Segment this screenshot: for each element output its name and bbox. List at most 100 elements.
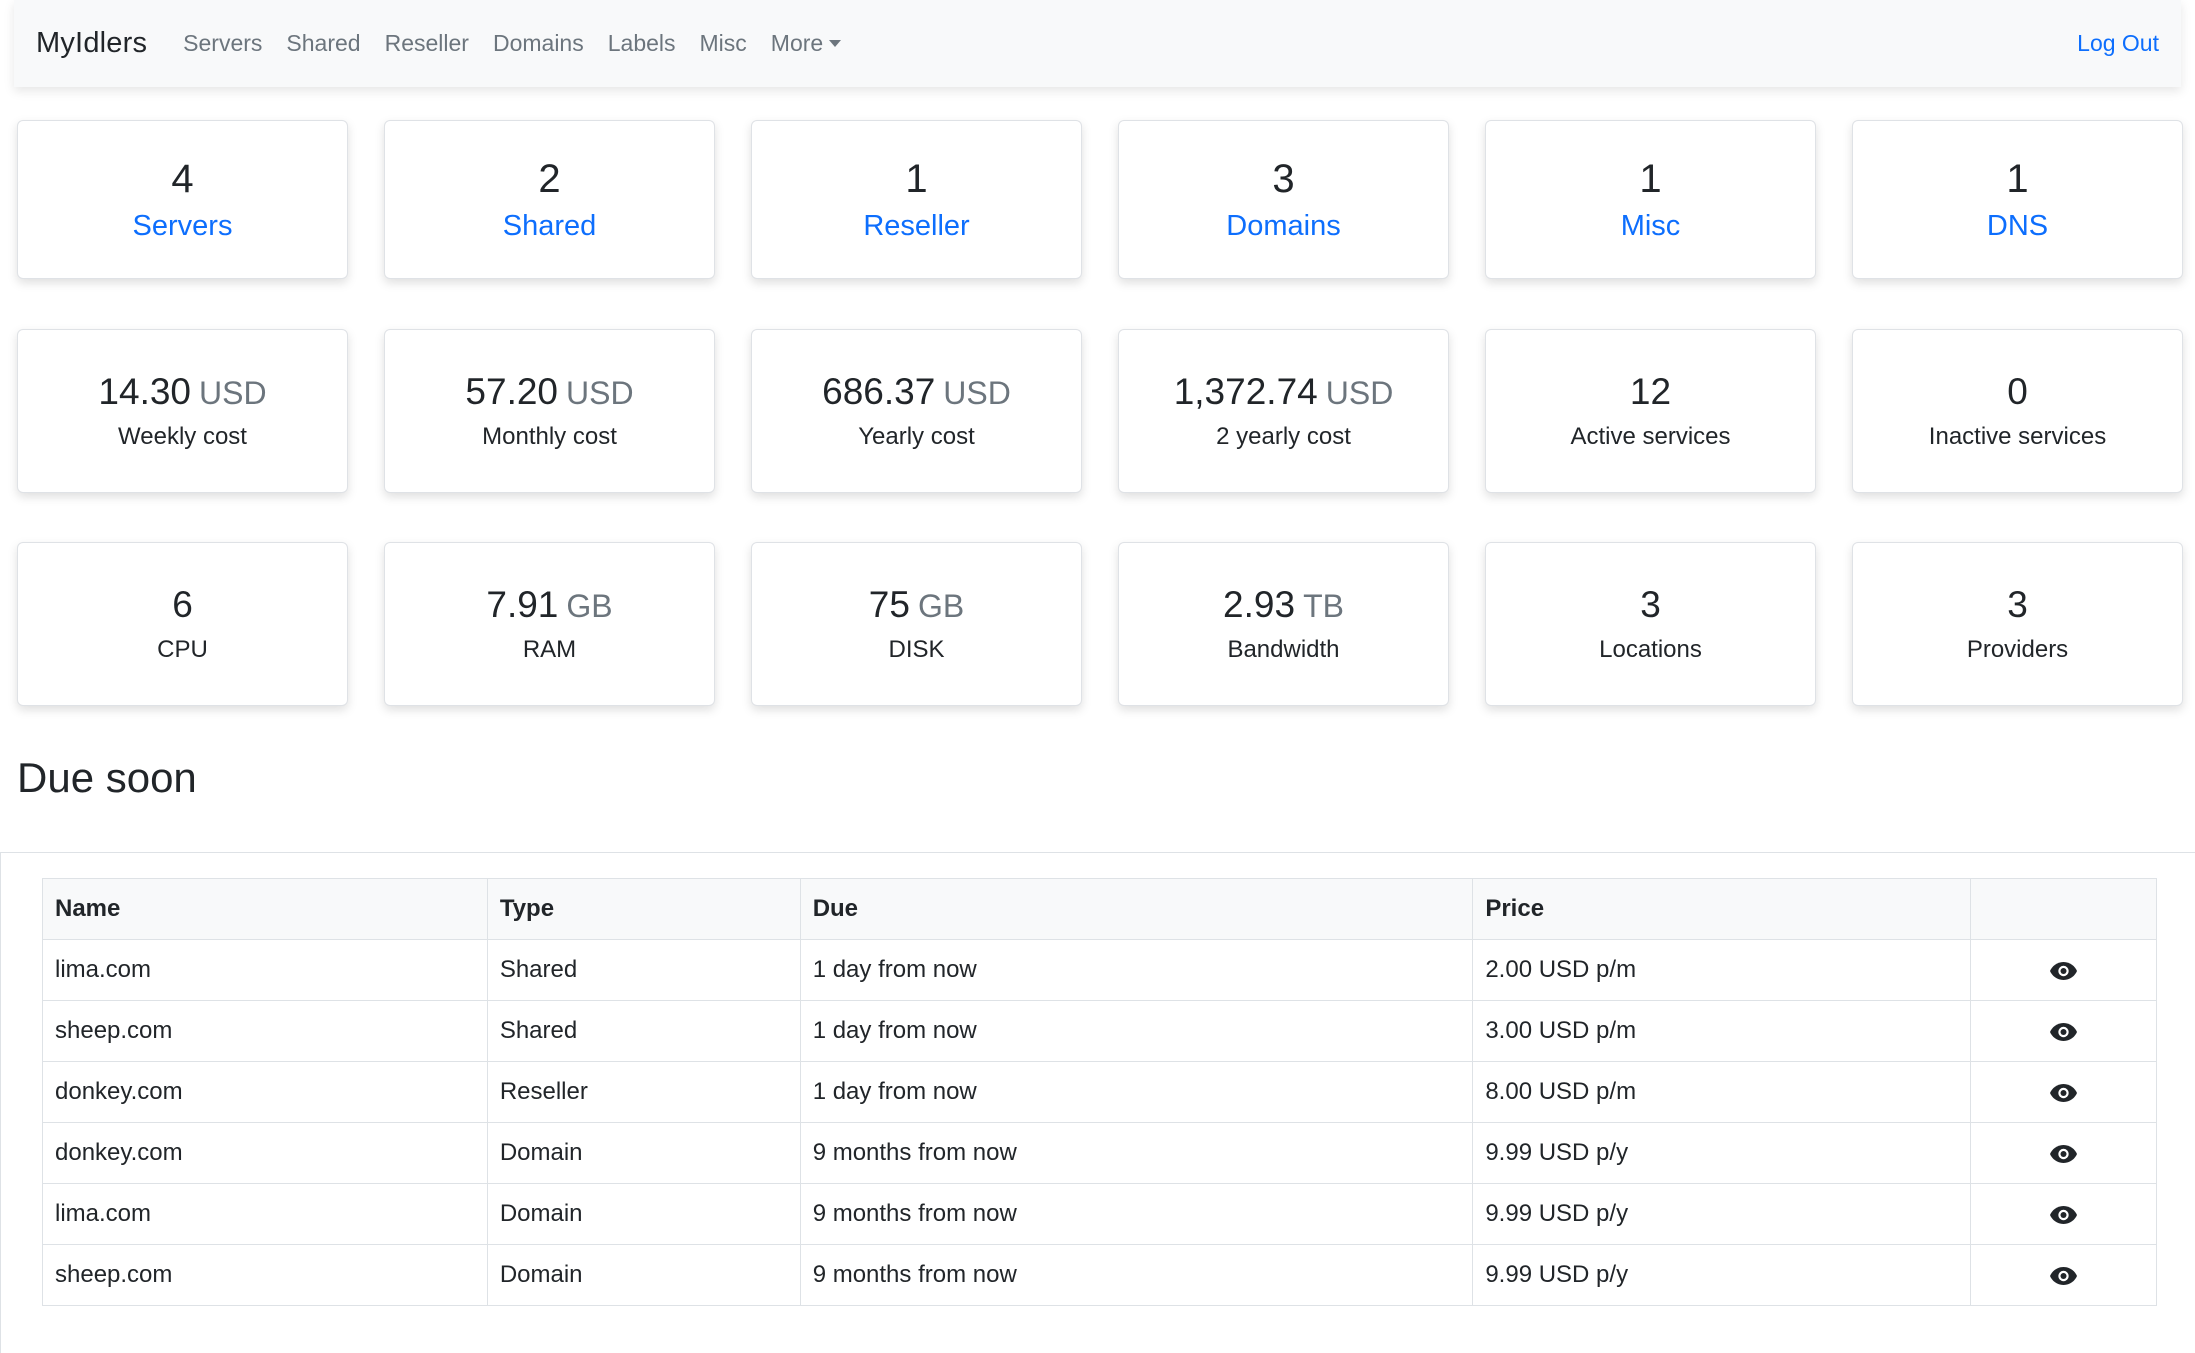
nav-reseller[interactable]: Reseller [385, 30, 469, 57]
stat-value: 14.30 [98, 370, 192, 412]
table-row: donkey.com Domain 9 months from now 9.99 US… [42, 1122, 2157, 1184]
column-header-due: Due [799, 878, 1474, 940]
nav-more-dropdown[interactable]: More [770, 30, 842, 57]
table-row: sheep.com Shared 1 day from now 3.00 USD p/… [42, 1000, 2157, 1062]
caret-down-icon [829, 40, 842, 47]
due-soon-table-body: lima.com Shared 1 day from now 2.00 USD p/m… [42, 939, 2157, 1306]
cell-name: lima.com [42, 939, 488, 1001]
stat-value: 3 [1640, 583, 1661, 625]
cell-due: 9 months from now [799, 1183, 1474, 1245]
stat-value: 12 [1629, 370, 1672, 412]
table-header-row: Name Type Due Price [42, 878, 2157, 940]
stat-label: CPU [157, 636, 208, 664]
cell-type: Domain [486, 1244, 801, 1306]
table-row: donkey.com Reseller 1 day from now 8.00 USD… [42, 1061, 2157, 1123]
stat-unit: USD [199, 374, 267, 411]
count-card-domains: 3 Domains [1118, 120, 1449, 279]
due-soon-heading: Due soon [17, 754, 197, 801]
resources-row: 6 CPU 7.91 GB RAM 75 GB DISK 2.93 TB Bandwi… [17, 542, 2183, 706]
count-link-servers[interactable]: Servers [133, 210, 233, 243]
eye-icon[interactable] [2050, 1200, 2078, 1227]
eye-icon[interactable] [2050, 1017, 2078, 1044]
active-services-card: 12 Active services [1485, 329, 1816, 493]
stat-label: Active services [1570, 423, 1731, 451]
nav-shared[interactable]: Shared [286, 30, 360, 57]
count-card-shared: 2 Shared [384, 120, 715, 279]
cell-view-action [1970, 1183, 2157, 1245]
table-row: sheep.com Domain 9 months from now 9.99 USD… [42, 1244, 2157, 1306]
cell-name: sheep.com [42, 1244, 488, 1306]
ram-card: 7.91 GB RAM [384, 542, 715, 706]
table-row: lima.com Shared 1 day from now 2.00 USD p/m [42, 939, 2157, 1001]
count-card-servers: 4 Servers [17, 120, 348, 279]
table-row: lima.com Domain 9 months from now 9.99 USD … [42, 1183, 2157, 1245]
cell-due: 1 day from now [799, 939, 1474, 1001]
count-card-reseller: 1 Reseller [751, 120, 1082, 279]
cell-due: 1 day from now [799, 1000, 1474, 1062]
stat-value: 6 [172, 583, 193, 625]
eye-icon[interactable] [2050, 956, 2078, 983]
count-value: 1 [2006, 157, 2029, 201]
count-link-shared[interactable]: Shared [503, 210, 597, 243]
cell-price: 9.99 USD p/y [1472, 1183, 1972, 1245]
cell-view-action [1970, 1244, 2157, 1306]
eye-icon[interactable] [2050, 1261, 2078, 1288]
cell-name: donkey.com [42, 1122, 488, 1184]
stat-label: Providers [1966, 636, 2069, 664]
cell-price: 9.99 USD p/y [1472, 1122, 1972, 1184]
inactive-services-card: 0 Inactive services [1852, 329, 2183, 493]
column-header-name: Name [42, 878, 488, 940]
cell-name: lima.com [42, 1183, 488, 1245]
cell-type: Shared [486, 1000, 801, 1062]
cpu-card: 6 CPU [17, 542, 348, 706]
due-soon-table: Name Type Due Price lima.com Shared 1 day … [42, 878, 2157, 1306]
providers-card: 3 Providers [1852, 542, 2183, 706]
nav-domains[interactable]: Domains [493, 30, 584, 57]
cell-price: 9.99 USD p/y [1472, 1244, 1972, 1306]
nav-misc[interactable]: Misc [700, 30, 747, 57]
count-value: 3 [1272, 157, 1295, 201]
cell-type: Shared [486, 939, 801, 1001]
stat-value: 1,372.74 [1173, 370, 1318, 412]
stat-unit: GB [566, 587, 613, 624]
cell-type: Reseller [486, 1061, 801, 1123]
logout-link[interactable]: Log Out [2077, 30, 2159, 57]
stat-unit: TB [1303, 587, 1344, 624]
column-header-type: Type [486, 878, 801, 940]
cell-type: Domain [486, 1183, 801, 1245]
count-value: 2 [538, 157, 561, 201]
stat-value: 686.37 [822, 370, 936, 412]
stat-label: Monthly cost [482, 423, 617, 451]
column-header-actions [1970, 878, 2157, 940]
stat-label: 2 yearly cost [1216, 423, 1351, 451]
stat-value: 3 [2007, 583, 2028, 625]
costs-row: 14.30 USD Weekly cost 57.20 USD Monthly co… [17, 329, 2183, 493]
stat-label: Locations [1599, 636, 1702, 664]
nav-labels[interactable]: Labels [608, 30, 676, 57]
locations-card: 3 Locations [1485, 542, 1816, 706]
stat-value: 7.91 [486, 583, 559, 625]
cell-price: 8.00 USD p/m [1472, 1061, 1972, 1123]
count-link-domains[interactable]: Domains [1226, 210, 1340, 243]
nav-servers[interactable]: Servers [183, 30, 262, 57]
eye-icon[interactable] [2050, 1078, 2078, 1105]
column-header-price: Price [1472, 878, 1972, 940]
count-card-misc: 1 Misc [1485, 120, 1816, 279]
stat-label: Yearly cost [858, 423, 975, 451]
bandwidth-card: 2.93 TB Bandwidth [1118, 542, 1449, 706]
cell-due: 9 months from now [799, 1244, 1474, 1306]
cell-name: sheep.com [42, 1000, 488, 1062]
count-value: 1 [905, 157, 928, 201]
count-link-reseller[interactable]: Reseller [863, 210, 969, 243]
brand-logo[interactable]: MyIdlers [36, 27, 147, 60]
eye-icon[interactable] [2050, 1139, 2078, 1166]
stat-value: 2.93 [1223, 583, 1296, 625]
stat-label: Weekly cost [118, 423, 247, 451]
stat-label: Bandwidth [1227, 636, 1340, 664]
stat-label: Inactive services [1928, 423, 2107, 451]
nav-more-label: More [770, 30, 824, 56]
disk-card: 75 GB DISK [751, 542, 1082, 706]
cell-type: Domain [486, 1122, 801, 1184]
count-link-dns[interactable]: DNS [1987, 210, 2048, 243]
count-link-misc[interactable]: Misc [1621, 210, 1681, 243]
